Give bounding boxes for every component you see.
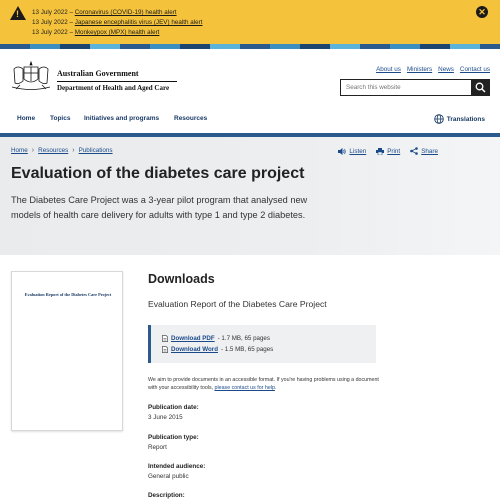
- news-link[interactable]: News: [438, 66, 454, 73]
- alert-link-covid[interactable]: Coronavirus (COVID-19) health alert: [75, 9, 177, 16]
- nav-item-initiatives[interactable]: Initiatives and programs: [84, 115, 159, 122]
- search-input[interactable]: [341, 80, 471, 95]
- alert-date: 13 July 2022 –: [32, 19, 75, 26]
- downloads-box: Download PDF - 1.7 MB, 65 pages Download…: [148, 325, 376, 363]
- printer-icon: [376, 147, 385, 155]
- document-name: Evaluation Report of the Diabetes Care P…: [148, 299, 327, 309]
- download-pdf-row: Download PDF - 1.7 MB, 65 pages: [162, 335, 270, 342]
- alert-item: 13 July 2022 – Coronavirus (COVID-19) he…: [32, 8, 202, 18]
- alert-item: 13 July 2022 – Monkeypox (MPX) health al…: [32, 28, 202, 38]
- header-divider: [57, 81, 177, 82]
- search-button[interactable]: [471, 79, 490, 96]
- page-title: Evaluation of the diabetes care project: [11, 165, 305, 182]
- close-alert-button[interactable]: ✕: [476, 6, 488, 18]
- contact-us-link[interactable]: Contact us: [460, 66, 490, 73]
- share-label: Share: [421, 147, 438, 155]
- breadcrumb-resources[interactable]: Resources: [38, 147, 68, 154]
- translations-button[interactable]: Translations: [433, 114, 485, 124]
- alert-link-monkeypox[interactable]: Monkeypox (MPX) health alert: [75, 29, 160, 36]
- downloads-heading: Downloads: [148, 272, 215, 286]
- download-word-row: Download Word - 1.5 MB, 65 pages: [162, 346, 273, 353]
- health-alert-banner: ! 13 July 2022 – Coronavirus (COVID-19) …: [0, 0, 500, 44]
- translations-label: Translations: [446, 115, 485, 123]
- intended-audience-label: Intended audience:: [148, 463, 206, 470]
- speaker-icon: [338, 147, 347, 155]
- department-name: Department of Health and Aged Care: [57, 84, 170, 92]
- contact-help-link[interactable]: please contact us for help: [215, 385, 275, 391]
- nav-item-topics[interactable]: Topics: [50, 115, 70, 122]
- ministers-link[interactable]: Ministers: [407, 66, 432, 73]
- publication-type-value: Report: [148, 444, 167, 451]
- share-button[interactable]: Share: [410, 147, 438, 155]
- site-header: Australian Government Department of Heal…: [0, 49, 500, 105]
- warning-icon: !: [10, 6, 26, 20]
- breadcrumb-home[interactable]: Home: [11, 147, 28, 154]
- alert-date: 13 July 2022 –: [32, 9, 75, 16]
- nav-item-home[interactable]: Home: [17, 115, 35, 122]
- nav-item-resources[interactable]: Resources: [174, 115, 207, 122]
- chevron-right-icon: ›: [72, 147, 75, 154]
- pdf-file-info: - 1.7 MB, 65 pages: [217, 335, 270, 342]
- accessibility-note: We aim to provide documents in an access…: [148, 376, 388, 392]
- print-label: Print: [387, 147, 401, 155]
- about-us-link[interactable]: About us: [376, 66, 401, 73]
- government-name: Australian Government: [57, 69, 139, 78]
- government-crest-logo[interactable]: [10, 61, 52, 93]
- accessibility-text-end: .: [274, 385, 277, 392]
- breadcrumb: Home › Resources › Publications: [11, 147, 113, 154]
- listen-button[interactable]: Listen: [338, 147, 366, 155]
- publication-date-label: Publication date:: [148, 404, 199, 411]
- publication-date-value: 3 June 2015: [148, 414, 183, 421]
- page-hero: Home › Resources › Publications Listen P…: [0, 137, 500, 255]
- download-word-link[interactable]: Download Word: [171, 346, 218, 353]
- main-navigation: Home Topics Initiatives and programs Res…: [0, 105, 500, 133]
- download-pdf-link[interactable]: Download PDF: [171, 335, 215, 342]
- globe-icon: [433, 114, 444, 124]
- utility-links: About us Ministers News Contact us: [376, 66, 490, 73]
- alert-date: 13 July 2022 –: [32, 29, 75, 36]
- thumbnail-title: Evaluation Report of the Diabetes Care P…: [24, 292, 112, 297]
- alert-item: 13 July 2022 – Japanese encephalitis vir…: [32, 18, 202, 28]
- alert-list: 13 July 2022 – Coronavirus (COVID-19) he…: [32, 8, 202, 38]
- publication-type-label: Publication type:: [148, 434, 199, 441]
- site-search: [340, 79, 490, 96]
- share-icon: [410, 147, 418, 155]
- description-label: Description:: [148, 492, 185, 499]
- page-intro: The Diabetes Care Project was a 3-year p…: [11, 195, 308, 220]
- page-actions: Listen Print Share: [338, 147, 438, 155]
- file-icon: [162, 346, 168, 353]
- file-icon: [162, 335, 168, 342]
- listen-label: Listen: [349, 147, 367, 155]
- chevron-right-icon: ›: [31, 147, 35, 154]
- breadcrumb-publications[interactable]: Publications: [79, 147, 113, 154]
- search-icon: [475, 82, 486, 93]
- intended-audience-value: General public: [148, 473, 189, 480]
- document-thumbnail[interactable]: Evaluation Report of the Diabetes Care P…: [11, 271, 123, 431]
- alert-link-jev[interactable]: Japanese encephalitis virus (JEV) health…: [75, 19, 203, 26]
- print-button[interactable]: Print: [376, 147, 400, 155]
- word-file-info: - 1.5 MB, 65 pages: [220, 346, 274, 353]
